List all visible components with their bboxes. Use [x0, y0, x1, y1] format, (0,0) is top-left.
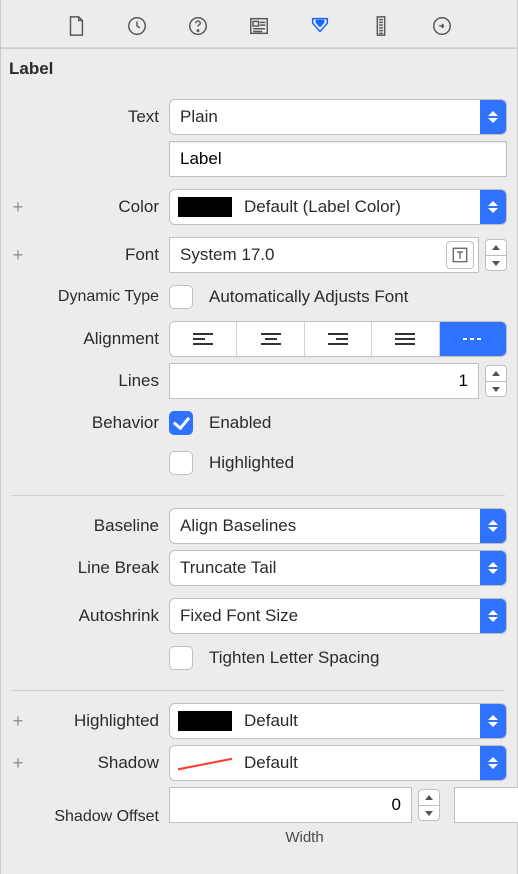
baseline-label: Baseline [27, 516, 169, 536]
form: Text Plain +Color Default (Label Color) … [1, 83, 517, 846]
align-right-icon[interactable] [305, 322, 372, 356]
divider [11, 495, 505, 496]
divider [11, 690, 505, 691]
highlighted-check-label: Highlighted [209, 453, 294, 473]
tighten-checkbox[interactable] [169, 646, 193, 670]
lines-label: Lines [27, 371, 169, 391]
help-tab-icon[interactable] [187, 14, 209, 38]
align-justify-icon[interactable] [372, 322, 439, 356]
add-highlighted-icon[interactable]: + [9, 712, 27, 730]
history-tab-icon[interactable] [126, 14, 148, 38]
file-tab-icon[interactable] [65, 14, 87, 38]
enabled-label: Enabled [209, 413, 271, 433]
size-tab-icon[interactable] [370, 14, 392, 38]
highlighted-color-label: Highlighted [27, 711, 169, 731]
attributes-tab-icon[interactable] [309, 14, 331, 38]
section-title: Label [1, 49, 517, 83]
auto-adjusts-checkbox[interactable] [169, 285, 193, 309]
lines-stepper[interactable] [485, 365, 507, 397]
connections-tab-icon[interactable] [431, 14, 453, 38]
font-stepper[interactable] [485, 239, 507, 271]
color-popup[interactable]: Default (Label Color) [169, 189, 507, 225]
attributes-inspector: Label Text Plain +Color Default (Label C… [0, 0, 518, 874]
shadow-popup[interactable]: Default [169, 745, 507, 781]
text-value-input[interactable] [169, 141, 507, 177]
offset-width-input[interactable] [169, 787, 412, 823]
font-field[interactable]: System 17.0 [169, 237, 479, 273]
width-sublabel: Width [169, 829, 440, 846]
align-left-icon[interactable] [170, 322, 237, 356]
font-label: Font [27, 245, 169, 265]
linebreak-popup[interactable]: Truncate Tail [169, 550, 507, 586]
shadow-label: Shadow [27, 753, 169, 773]
highlighted-checkbox[interactable] [169, 451, 193, 475]
behavior-label: Behavior [27, 413, 169, 433]
autoshrink-label: Autoshrink [27, 606, 169, 626]
align-natural-icon[interactable] [440, 322, 506, 356]
auto-adjusts-label: Automatically Adjusts Font [209, 287, 408, 307]
font-picker-icon[interactable] [446, 241, 474, 269]
align-center-icon[interactable] [237, 322, 304, 356]
highlighted-popup[interactable]: Default [169, 703, 507, 739]
dynamic-type-label: Dynamic Type [27, 288, 169, 306]
identity-tab-icon[interactable] [248, 14, 270, 38]
offset-width-stepper[interactable] [418, 789, 440, 821]
tighten-label: Tighten Letter Spacing [209, 648, 379, 668]
height-sublabel: Height [454, 829, 518, 846]
shadow-offset-label: Shadow Offset [27, 808, 169, 826]
baseline-popup[interactable]: Align Baselines [169, 508, 507, 544]
offset-height-input[interactable] [454, 787, 518, 823]
alignment-segmented[interactable] [169, 321, 507, 357]
color-label: Color [27, 197, 169, 217]
add-font-icon[interactable]: + [9, 246, 27, 264]
enabled-checkbox[interactable] [169, 411, 193, 435]
lines-input[interactable] [169, 363, 479, 399]
inspector-tabs [1, 0, 517, 49]
add-color-icon[interactable]: + [9, 198, 27, 216]
linebreak-label: Line Break [27, 558, 169, 578]
autoshrink-popup[interactable]: Fixed Font Size [169, 598, 507, 634]
add-shadow-icon[interactable]: + [9, 754, 27, 772]
text-style-popup[interactable]: Plain [169, 99, 507, 135]
alignment-label: Alignment [27, 329, 169, 349]
text-label: Text [27, 107, 169, 127]
